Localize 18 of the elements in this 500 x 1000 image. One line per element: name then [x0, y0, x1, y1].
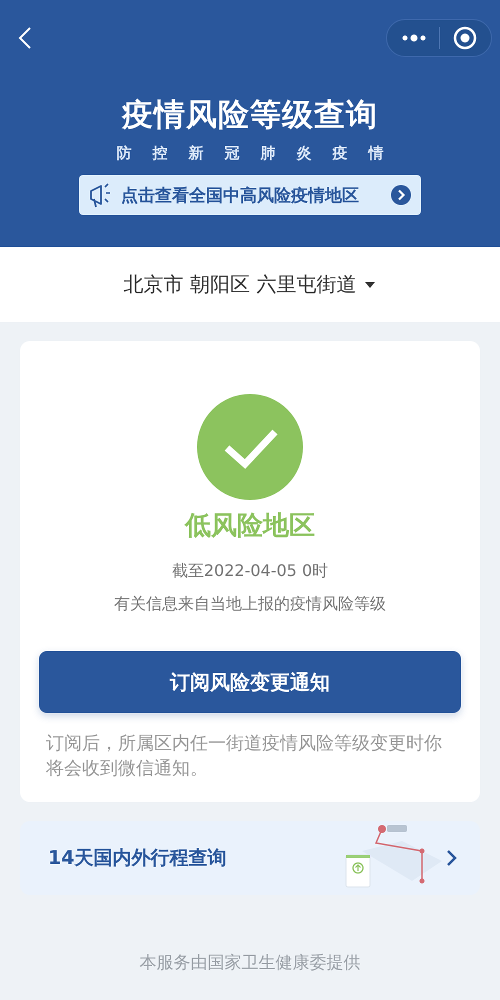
subscribe-note: 订阅后，所属区内任一街道疫情风险等级变更时你将会收到微信通知。: [45, 732, 443, 781]
back-icon[interactable]: [18, 26, 32, 50]
check-circle-icon: [197, 394, 303, 500]
risk-level: 低风险地区: [185, 510, 315, 543]
page-subtitle: 防控新冠肺炎疫情: [116, 144, 404, 163]
source-note: 有关信息来自当地上报的疫情风险等级: [114, 594, 386, 615]
chevron-right-icon: [446, 849, 458, 867]
location-selector[interactable]: 北京市 朝阳区 六里屯街道: [124, 271, 376, 298]
more-icon[interactable]: [401, 33, 428, 43]
arrow-right-icon: [391, 185, 411, 205]
travel-query-card[interactable]: 14天国内外行程查询: [20, 821, 480, 895]
provider-note: 本服务由国家卫生健康委提供: [138, 952, 362, 974]
dropdown-caret-icon: [364, 280, 376, 288]
update-time: 截至2022-04-05 0时: [172, 561, 328, 582]
high-risk-areas-link[interactable]: 点击查看全国中高风险疫情地区: [79, 175, 421, 215]
page-title: 疫情风险等级查询: [122, 96, 378, 135]
subscribe-button[interactable]: 订阅风险变更通知: [39, 651, 461, 713]
close-icon[interactable]: [452, 26, 477, 50]
